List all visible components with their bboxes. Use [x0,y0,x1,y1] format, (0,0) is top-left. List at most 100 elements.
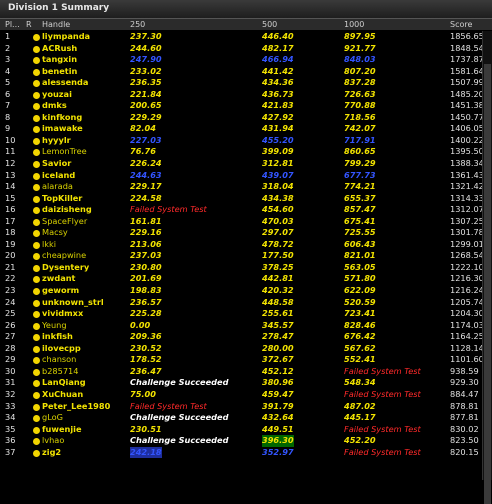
place-cell: 7 [5,100,11,111]
handle-cell[interactable]: gLoG [42,412,63,424]
table-row[interactable]: 31 LanQiang Challenge Succeeded 380.96 548.3… [0,377,480,389]
score-cell: 1204.30 [450,308,484,319]
table-row[interactable]: 36 lvhao Challenge Succeeded 396.30 452.20 82… [0,435,480,447]
table-row[interactable]: 37 zig2 242.18 352.97 Failed System Test 820.… [0,446,480,459]
table-row[interactable]: 34 gLoG Challenge Succeeded 432.64 445.17 877… [0,412,480,424]
title-bar[interactable]: Division 1 Summary [0,0,492,19]
place-cell: 11 [5,146,16,157]
table-row[interactable]: 18 Macsy 229.16 297.07 725.55 1301.78 [0,227,484,239]
table-row[interactable]: 25 vividmxx 225.28 255.61 723.41 1204.30 [0,308,484,320]
scrollbar-thumb[interactable] [484,64,491,504]
table-row[interactable]: 4 benetin 233.02 441.42 807.20 1581.64 [0,66,484,78]
rating-indicator-icon [33,126,40,134]
table-row[interactable]: 9 imawake 82.04 431.94 742.07 1406.05 [0,123,484,135]
handle-cell[interactable]: iceland [42,170,75,182]
score-cell: 1314.33 [450,192,484,203]
vertical-scrollbar[interactable] [482,31,492,504]
table-row[interactable]: 19 lkki 213.06 478.72 606.43 1299.01 [0,239,484,251]
col-header-1000[interactable]: 1000 [344,20,364,29]
table-row[interactable]: 35 fuwenjie 230.51 449.51 Failed System Test… [0,424,480,436]
problem-250-cell: Challenge Succeeded [130,377,229,388]
table-row[interactable]: 29 chanson 178.52 372.67 552.41 1101.60 [0,354,484,366]
problem-1000-cell: 622.09 [344,285,376,296]
col-header-score[interactable]: Score [450,20,472,29]
handle-cell[interactable]: youzai [42,89,72,101]
table-row[interactable]: 2 ACRush 244.60 482.17 921.77 1848.54 [0,43,484,55]
handle-cell[interactable]: imawake [42,123,83,135]
handle-cell[interactable]: SpaceFlyer [42,216,87,228]
handle-cell[interactable]: liympanda [42,31,90,43]
score-cell: 1222.10 [450,261,484,272]
handle-cell[interactable]: fuwenjie [42,424,82,436]
table-row[interactable]: 8 kinfkong 229.29 427.92 718.56 1450.77 [0,112,484,124]
table-row[interactable]: 33 Peter_Lee1980 Failed System Test 391.79 4… [0,401,480,413]
table-row[interactable]: 6 youzai 221.84 436.73 726.63 1485.20 [0,89,484,101]
handle-cell[interactable]: ACRush [42,43,77,55]
table-row[interactable]: 11 LemonTree 76.76 399.09 860.65 1395.50 [0,146,484,158]
handle-cell[interactable]: vividmxx [42,308,83,320]
handle-cell[interactable]: LemonTree [42,146,87,158]
handle-cell[interactable]: Savior [42,158,71,170]
col-header-250[interactable]: 250 [130,20,145,29]
rating-indicator-icon [33,438,40,446]
handle-cell[interactable]: Peter_Lee1980 [42,401,110,413]
table-row[interactable]: 22 zwdant 201.69 442.81 571.80 1216.30 [0,273,484,285]
handle-cell[interactable]: cheapwine [42,250,86,262]
table-row[interactable]: 5 alessenda 236.35 434.36 837.28 1507.99 [0,77,484,89]
handle-cell[interactable]: TopKiller [42,193,82,205]
handle-cell[interactable]: zig2 [42,447,61,459]
table-row[interactable]: 14 alarada 229.17 318.04 774.21 1321.42 [0,181,484,193]
table-row[interactable]: 13 iceland 244.63 439.07 677.73 1361.43 [0,170,484,182]
table-row[interactable]: 20 cheapwine 237.03 177.50 821.01 1268.54 [0,250,484,262]
col-header-500[interactable]: 500 [262,20,277,29]
handle-cell[interactable]: unknown_strl [42,297,104,309]
table-row[interactable]: 10 hyyylr 227.03 455.20 717.91 1400.22 [0,134,484,147]
handle-cell[interactable]: lkki [42,239,56,251]
table-row[interactable]: 12 Savior 226.24 312.81 799.29 1388.34 [0,158,484,170]
problem-1000-cell: 717.91 [344,134,376,145]
table-row[interactable]: 15 TopKiller 224.58 434.38 655.37 1314.33 [0,193,484,205]
handle-cell[interactable]: Yeung [42,320,67,332]
table-row[interactable]: 17 SpaceFlyer 161.81 470.03 675.41 1307.25 [0,216,484,228]
problem-250-cell: 230.80 [130,261,162,272]
handle-cell[interactable]: benetin [42,66,77,78]
handle-cell[interactable]: tangxin [42,54,77,66]
handle-cell[interactable]: LanQiang [42,377,86,389]
table-row[interactable]: 30 b285714 236.47 452.12 Failed System Test 9… [0,366,480,378]
table-row[interactable]: 16 daizisheng Failed System Test 454.60 857.… [0,204,484,216]
handle-cell[interactable]: lvhao [42,435,64,447]
table-row[interactable]: 24 unknown_strl 236.57 448.58 520.59 1205.74 [0,297,484,309]
handle-cell[interactable]: Macsy [42,227,68,239]
table-row[interactable]: 32 XuChuan 75.00 459.47 Failed System Test 88… [0,389,480,401]
handle-cell[interactable]: b285714 [42,366,78,378]
table-row[interactable]: 23 geworm 198.83 420.32 622.09 1216.24 [0,285,484,297]
problem-1000-cell: 725.55 [344,227,376,238]
table-row[interactable]: 27 inkfish 209.36 278.47 676.42 1164.25 [0,331,484,343]
handle-cell[interactable]: zwdant [42,273,75,285]
handle-cell[interactable]: alessenda [42,77,88,89]
table-row[interactable]: 28 ilovecpp 230.52 280.00 567.62 1128.14 [0,343,484,355]
score-cell: 1174.03 [450,319,484,330]
handle-cell[interactable]: ilovecpp [42,343,81,355]
handle-cell[interactable]: Dysentery [42,262,89,274]
table-row[interactable]: 7 dmks 200.65 421.83 770.88 1451.38 [0,100,484,112]
rating-indicator-icon [33,230,40,238]
col-header-place[interactable]: Pl... [5,20,20,29]
rating-indicator-icon [33,103,40,111]
handle-cell[interactable]: inkfish [42,331,73,343]
handle-cell[interactable]: chanson [42,354,76,366]
handle-cell[interactable]: XuChuan [42,389,83,401]
handle-cell[interactable]: kinfkong [42,112,82,124]
handle-cell[interactable]: dmks [42,100,67,112]
col-header-rating[interactable]: R [26,20,32,29]
handle-cell[interactable]: hyyylr [42,135,71,147]
handle-cell[interactable]: daizisheng [42,204,92,216]
table-row[interactable]: 21 Dysentery 230.80 378.25 563.05 1222.10 [0,261,484,274]
col-header-handle[interactable]: Handle [42,20,70,29]
table-row[interactable]: 26 Yeung 0.00 345.57 828.46 1174.03 [0,319,484,332]
table-row[interactable]: 3 tangxin 247.90 466.94 848.03 1737.87 [0,54,484,66]
problem-250-cell: 0.00 [130,319,151,330]
handle-cell[interactable]: alarada [42,181,73,193]
handle-cell[interactable]: geworm [42,285,79,297]
table-row[interactable]: 1 liympanda 237.30 446.40 897.95 1856.65 [0,31,484,43]
